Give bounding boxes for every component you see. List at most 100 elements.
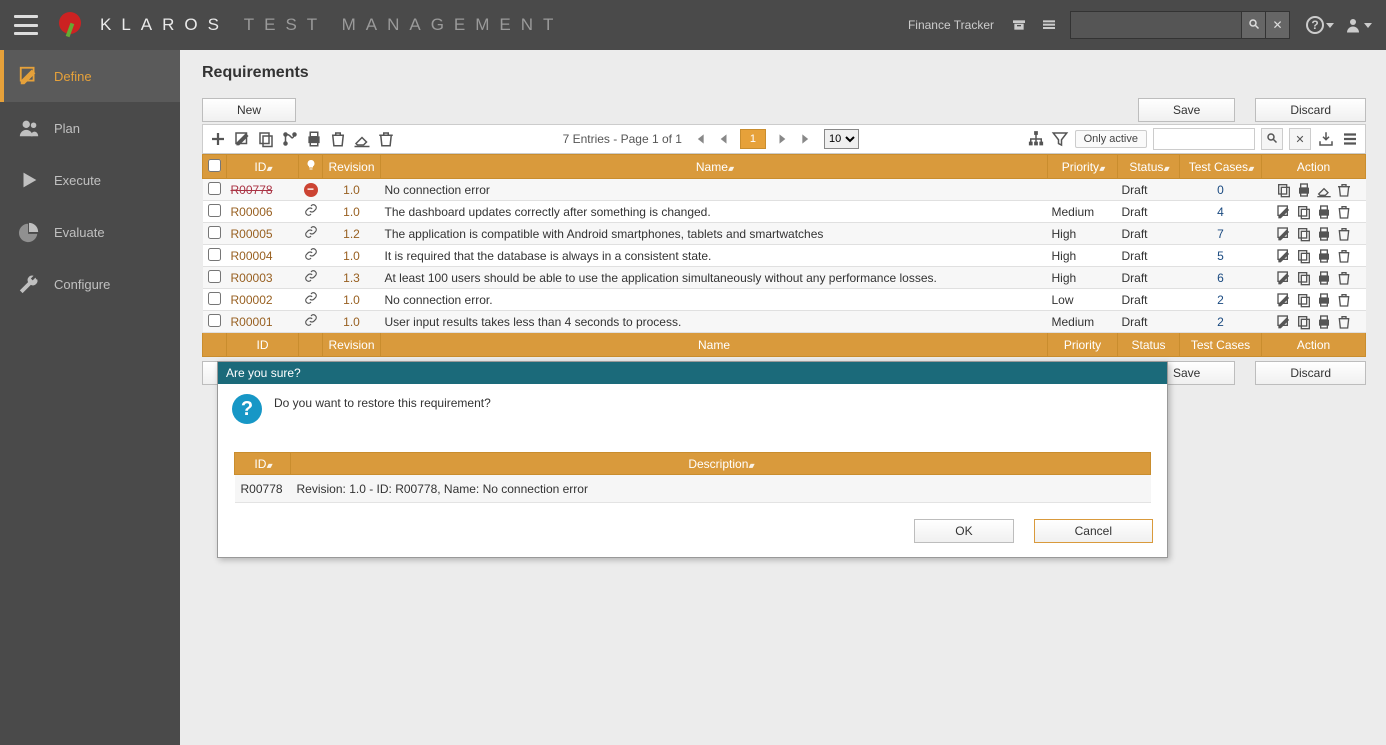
copy-icon[interactable] bbox=[1296, 204, 1312, 220]
revision-link[interactable]: 1.0 bbox=[343, 315, 360, 329]
edit-icon[interactable] bbox=[1276, 204, 1292, 220]
first-page-icon[interactable] bbox=[692, 132, 706, 146]
revision-link[interactable]: 1.0 bbox=[343, 183, 360, 197]
requirement-id-link[interactable]: R00005 bbox=[231, 227, 273, 241]
row-checkbox[interactable] bbox=[208, 204, 221, 217]
quick-filter-clear-button[interactable]: ✕ bbox=[1289, 128, 1311, 150]
column-status[interactable]: Status bbox=[1118, 155, 1180, 179]
sidebar-item-plan[interactable]: Plan bbox=[0, 102, 180, 154]
print-icon[interactable] bbox=[305, 130, 323, 148]
page-input[interactable] bbox=[740, 129, 766, 149]
requirement-id-link[interactable]: R00001 bbox=[231, 315, 273, 329]
archive-icon[interactable] bbox=[1010, 16, 1028, 34]
print-icon[interactable] bbox=[1316, 226, 1332, 242]
column-testcases[interactable]: Test Cases bbox=[1180, 155, 1262, 179]
add-icon[interactable] bbox=[209, 130, 227, 148]
list-icon[interactable] bbox=[1040, 16, 1058, 34]
restore-icon[interactable] bbox=[1316, 182, 1332, 198]
branch-icon[interactable] bbox=[281, 130, 299, 148]
revision-link[interactable]: 1.3 bbox=[343, 271, 360, 285]
edit-icon[interactable] bbox=[1276, 292, 1292, 308]
dialog-ok-button[interactable]: OK bbox=[914, 519, 1013, 543]
sidebar-item-execute[interactable]: Execute bbox=[0, 154, 180, 206]
print-icon[interactable] bbox=[1296, 182, 1312, 198]
quick-filter-input[interactable] bbox=[1153, 128, 1255, 150]
trash-icon[interactable] bbox=[1336, 314, 1352, 330]
trash-icon[interactable] bbox=[1336, 248, 1352, 264]
column-priority[interactable]: Priority bbox=[1048, 155, 1118, 179]
export-icon[interactable] bbox=[1317, 130, 1335, 148]
filter-icon[interactable] bbox=[1051, 130, 1069, 148]
revision-link[interactable]: 1.0 bbox=[343, 293, 360, 307]
column-revision[interactable]: Revision bbox=[323, 155, 381, 179]
testcases-link[interactable]: 5 bbox=[1217, 249, 1224, 263]
sidebar-item-define[interactable]: Define bbox=[0, 50, 180, 102]
testcases-link[interactable]: 4 bbox=[1217, 205, 1224, 219]
testcases-link[interactable]: 2 bbox=[1217, 293, 1224, 307]
edit-icon[interactable] bbox=[1276, 270, 1292, 286]
print-icon[interactable] bbox=[1316, 204, 1332, 220]
page-size-select[interactable]: 10 bbox=[824, 129, 859, 149]
discard-button[interactable]: Discard bbox=[1255, 98, 1366, 122]
dialog-column-description[interactable]: Description bbox=[291, 453, 1151, 475]
requirement-id-link[interactable]: R00006 bbox=[231, 205, 273, 219]
requirement-id-link[interactable]: R00003 bbox=[231, 271, 273, 285]
copy-icon[interactable] bbox=[1296, 270, 1312, 286]
print-icon[interactable] bbox=[1316, 270, 1332, 286]
revision-link[interactable]: 1.0 bbox=[343, 249, 360, 263]
purge-icon[interactable] bbox=[377, 130, 395, 148]
revision-link[interactable]: 1.0 bbox=[343, 205, 360, 219]
dialog-column-id[interactable]: ID bbox=[235, 453, 291, 475]
bulk-edit-icon[interactable] bbox=[233, 130, 251, 148]
row-checkbox[interactable] bbox=[208, 248, 221, 261]
row-checkbox[interactable] bbox=[208, 314, 221, 327]
hierarchy-icon[interactable] bbox=[1027, 130, 1045, 148]
select-all-header[interactable] bbox=[203, 155, 227, 179]
copy-icon[interactable] bbox=[1296, 292, 1312, 308]
copy-icon[interactable] bbox=[1276, 182, 1292, 198]
revision-link[interactable]: 1.2 bbox=[343, 227, 360, 241]
new-button[interactable]: New bbox=[202, 98, 296, 122]
purge-icon[interactable] bbox=[1336, 182, 1352, 198]
trash-icon[interactable] bbox=[329, 130, 347, 148]
save-button[interactable]: Save bbox=[1138, 98, 1235, 122]
testcases-link[interactable]: 6 bbox=[1217, 271, 1224, 285]
column-id[interactable]: ID bbox=[227, 155, 299, 179]
columns-menu-icon[interactable] bbox=[1341, 130, 1359, 148]
print-icon[interactable] bbox=[1316, 292, 1332, 308]
row-checkbox[interactable] bbox=[208, 182, 221, 195]
last-page-icon[interactable] bbox=[800, 132, 814, 146]
print-icon[interactable] bbox=[1316, 248, 1332, 264]
row-checkbox[interactable] bbox=[208, 226, 221, 239]
filter-mode-label[interactable]: Only active bbox=[1075, 130, 1147, 148]
prev-page-icon[interactable] bbox=[716, 132, 730, 146]
trash-icon[interactable] bbox=[1336, 226, 1352, 242]
help-menu[interactable]: ? bbox=[1306, 16, 1334, 34]
trash-icon[interactable] bbox=[1336, 292, 1352, 308]
dialog-cancel-button[interactable]: Cancel bbox=[1034, 519, 1153, 543]
row-checkbox[interactable] bbox=[208, 270, 221, 283]
edit-icon[interactable] bbox=[1276, 314, 1292, 330]
copy-icon[interactable] bbox=[1296, 248, 1312, 264]
next-page-icon[interactable] bbox=[776, 132, 790, 146]
testcases-link[interactable]: 2 bbox=[1217, 315, 1224, 329]
edit-icon[interactable] bbox=[1276, 226, 1292, 242]
column-name[interactable]: Name bbox=[381, 155, 1048, 179]
testcases-link[interactable]: 0 bbox=[1217, 183, 1224, 197]
sidebar-item-evaluate[interactable]: Evaluate bbox=[0, 206, 180, 258]
select-all-checkbox[interactable] bbox=[208, 159, 221, 172]
menu-toggle-icon[interactable] bbox=[14, 15, 38, 35]
discard-button-bottom[interactable]: Discard bbox=[1255, 361, 1366, 385]
erase-icon[interactable] bbox=[353, 130, 371, 148]
requirement-id-link[interactable]: R00002 bbox=[231, 293, 273, 307]
edit-icon[interactable] bbox=[1276, 248, 1292, 264]
copy-icon[interactable] bbox=[1296, 314, 1312, 330]
requirement-id-link[interactable]: R00778 bbox=[231, 183, 273, 197]
row-checkbox[interactable] bbox=[208, 292, 221, 305]
copy-icon[interactable] bbox=[1296, 226, 1312, 242]
quick-filter-search-button[interactable] bbox=[1261, 128, 1283, 150]
global-search-clear[interactable]: ✕ bbox=[1266, 11, 1290, 39]
requirement-id-link[interactable]: R00004 bbox=[231, 249, 273, 263]
global-search-button[interactable] bbox=[1242, 11, 1266, 39]
user-menu[interactable] bbox=[1344, 16, 1372, 34]
